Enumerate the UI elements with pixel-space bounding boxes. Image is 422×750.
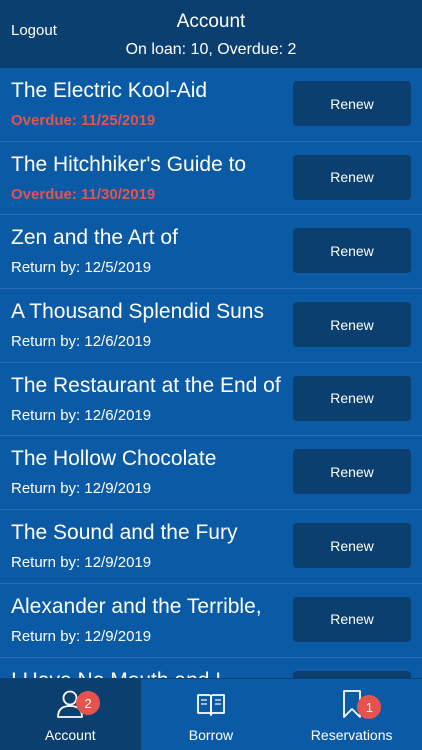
tab-reservations[interactable]: 1 Reservations <box>281 679 422 750</box>
book-title: The Restaurant at the End of <box>11 373 281 397</box>
due-status: Return by: 12/5/2019 <box>11 259 152 277</box>
loan-row: The Hollow Chocolate Return by: 12/9/201… <box>0 436 422 511</box>
book-title: A Thousand Splendid Suns <box>11 300 264 324</box>
tab-bar: 2 Account Borrow 1 Reservations <box>0 678 422 750</box>
loan-row: The Restaurant at the End of Return by: … <box>0 363 422 437</box>
loan-row: I Have No Mouth and I <box>0 658 422 679</box>
book-title: I Have No Mouth and I <box>11 669 286 679</box>
due-status: Return by: 12/6/2019 <box>11 333 152 351</box>
loan-row: The Electric Kool-Aid Overdue: 11/25/201… <box>0 68 422 142</box>
due-status: Return by: 12/9/2019 <box>11 627 152 645</box>
renew-button[interactable]: Renew <box>293 302 411 348</box>
loan-row: The Hitchhiker's Guide to Overdue: 11/30… <box>0 142 422 216</box>
tab-account[interactable]: 2 Account <box>0 679 141 750</box>
due-status: Overdue: 11/25/2019 <box>11 112 156 129</box>
loan-row: Zen and the Art of Return by: 12/5/2019 … <box>0 215 422 290</box>
renew-button[interactable]: Renew <box>293 81 411 126</box>
due-status: Return by: 12/6/2019 <box>11 406 152 424</box>
book-title: Zen and the Art of <box>11 226 178 250</box>
loan-row: Alexander and the Terrible, Return by: 1… <box>0 584 422 658</box>
tab-label: Borrow <box>188 727 234 743</box>
tab-label: Reservations <box>310 727 393 743</box>
tab-borrow[interactable]: Borrow <box>141 679 282 750</box>
tab-label: Account <box>45 727 96 743</box>
loan-list[interactable]: The Electric Kool-Aid Overdue: 11/25/201… <box>0 68 422 678</box>
renew-button[interactable]: Renew <box>293 596 411 642</box>
notification-badge: 2 <box>76 691 100 715</box>
book-title: The Electric Kool-Aid <box>11 79 208 102</box>
book-title: The Hollow Chocolate <box>11 447 217 471</box>
loan-row: A Thousand Splendid Suns Return by: 12/6… <box>0 289 422 363</box>
page-title: Account <box>176 11 246 32</box>
due-status: Return by: 12/9/2019 <box>11 480 152 498</box>
book-title: Alexander and the Terrible, <box>11 594 262 618</box>
loan-summary: On loan: 10, Overdue: 2 <box>125 41 297 58</box>
notification-badge: 1 <box>357 695 382 719</box>
app-header: Logout Account On loan: 10, Overdue: 2 <box>0 0 422 68</box>
due-status: Return by: 12/9/2019 <box>11 554 152 572</box>
renew-button[interactable]: Renew <box>293 449 411 495</box>
renew-button[interactable]: Renew <box>293 523 411 569</box>
book-title: The Sound and the Fury <box>11 521 238 545</box>
renew-button[interactable] <box>293 670 411 678</box>
renew-button[interactable]: Renew <box>293 154 411 200</box>
book-icon <box>197 694 225 716</box>
loan-row: The Sound and the Fury Return by: 12/9/2… <box>0 510 422 584</box>
renew-button[interactable]: Renew <box>293 228 411 274</box>
renew-button[interactable]: Renew <box>293 375 411 421</box>
due-status: Overdue: 11/30/2019 <box>11 185 156 203</box>
book-title: The Hitchhiker's Guide to <box>11 152 247 176</box>
